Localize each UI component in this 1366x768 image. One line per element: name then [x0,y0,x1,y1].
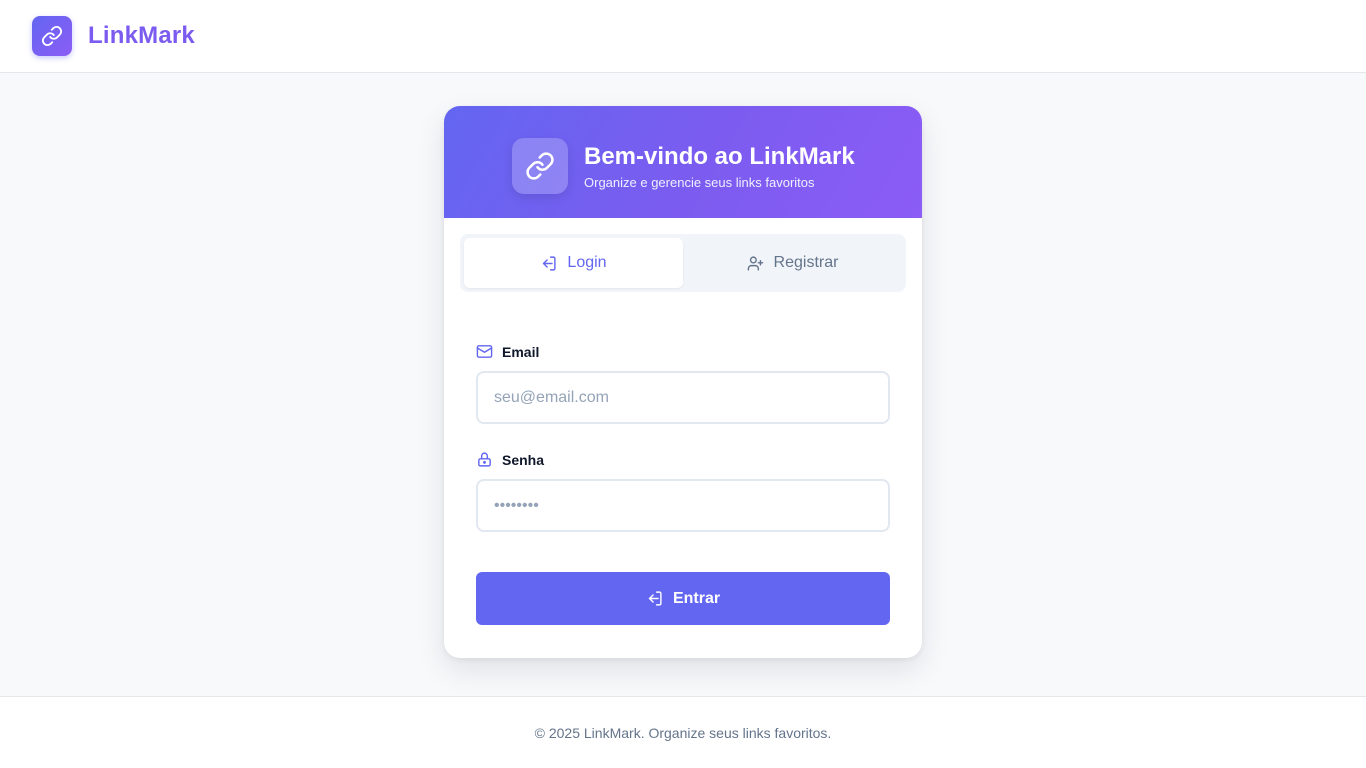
mail-icon [476,343,493,360]
footer-text: © 2025 LinkMark. Organize seus links fav… [534,724,832,741]
lock-icon [476,451,493,468]
auth-card: Bem-vindo ao LinkMark Organize e gerenci… [444,106,922,658]
submit-button[interactable]: Entrar [476,572,890,625]
link-icon [525,151,555,181]
top-navbar: LinkMark [0,0,1366,73]
auth-tabs: Login Registrar [460,234,906,292]
user-plus-icon [747,255,764,272]
card-header: Bem-vindo ao LinkMark Organize e gerenci… [444,106,922,218]
email-label-text: Email [502,343,540,360]
password-label: Senha [476,451,544,468]
link-icon [41,25,63,47]
submit-button-label: Entrar [672,589,721,607]
password-field[interactable] [476,479,890,532]
card-title: Bem-vindo ao LinkMark [584,143,855,170]
tab-login[interactable]: Login [464,238,683,288]
card-subtitle: Organize e gerencie seus links favoritos [584,175,815,190]
email-field[interactable] [476,371,890,424]
brand-logo[interactable] [32,16,72,56]
page-footer: © 2025 LinkMark. Organize seus links fav… [0,696,1366,768]
tab-register-label: Registrar [773,254,839,271]
login-icon [540,255,557,272]
login-icon [646,590,663,607]
tab-register[interactable]: Registrar [683,238,902,288]
email-label: Email [476,343,539,360]
header-logo [512,138,568,194]
tab-login-label: Login [567,254,607,271]
brand-name[interactable]: LinkMark [88,22,195,50]
password-label-text: Senha [502,451,545,468]
